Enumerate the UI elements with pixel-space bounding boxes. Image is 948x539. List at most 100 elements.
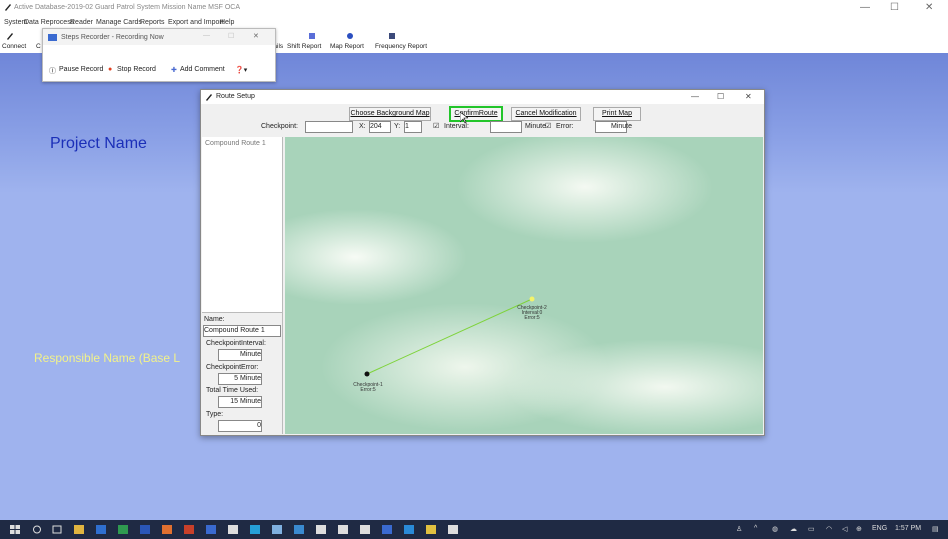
menu-data-reprocess[interactable]: Data Reprocess (24, 19, 74, 26)
add-comment-button[interactable]: Add Comment (180, 66, 225, 73)
powerpoint-icon[interactable] (184, 525, 194, 534)
taskbar: ♙ ^ ◍ ☁ ▭ ◠ ◁ ⊕ ENG 1:57 PM ▤ (0, 520, 948, 539)
recorder-close-icon[interactable]: ✕ (253, 32, 259, 40)
language-indicator[interactable]: ENG (872, 525, 887, 532)
checkpoint-1-error: Error:5 (360, 387, 376, 393)
app-icon-4[interactable] (294, 525, 304, 534)
interval-checkbox[interactable]: ☑ (433, 122, 439, 130)
app-icon-6[interactable] (338, 525, 348, 534)
help-icon[interactable]: ❓▾ (235, 66, 247, 74)
battery-icon[interactable]: ▭ (808, 525, 815, 533)
menu-manage-cards[interactable]: Manage Cards (96, 19, 142, 26)
outlook-icon[interactable] (96, 525, 106, 534)
y-label: Y: (394, 123, 401, 130)
error-minute-label: Minute (611, 123, 633, 130)
shift-report-icon (309, 33, 315, 39)
people-icon[interactable]: ♙ (736, 525, 742, 533)
choose-background-map-button[interactable]: Choose Background Map (349, 107, 431, 121)
menu-help[interactable]: Help (220, 19, 234, 26)
route-setup-titlebar: Route Setup — ☐ ✕ (201, 90, 764, 104)
menu-export-import[interactable]: Export and Import (168, 19, 224, 26)
interval-input[interactable] (490, 121, 522, 133)
minimize-icon[interactable]: — (860, 2, 870, 13)
onedrive-icon[interactable]: ☁ (790, 525, 797, 533)
app-icon-8[interactable] (382, 525, 392, 534)
start-icon[interactable] (10, 525, 20, 534)
route-minimize-icon[interactable]: — (691, 92, 699, 101)
recorder-minimize-icon[interactable]: — (203, 32, 210, 39)
y-input[interactable]: 1 (404, 121, 422, 133)
type-input[interactable]: 0 (218, 420, 262, 432)
word-icon[interactable] (140, 525, 150, 534)
interval-label: Interval: (444, 123, 469, 130)
checkpoint-2-label: Checkpoint-2 Interval:0 Error:5 (507, 306, 557, 321)
volume-icon[interactable]: ◁ (842, 525, 847, 533)
app-title-bar: Active Database-2019-02 Guard Patrol Sys… (0, 0, 948, 17)
toolbar-shift-report[interactable]: Shift Report (287, 43, 321, 50)
excel-icon[interactable] (118, 525, 128, 534)
search-icon[interactable] (32, 525, 42, 534)
pause-icon: Ⓘ (49, 68, 56, 75)
app-title: Active Database-2019-02 Guard Patrol Sys… (14, 4, 241, 11)
name-label: Name: (204, 316, 225, 323)
wifi-icon[interactable]: ◠ (826, 525, 832, 533)
notifications-icon[interactable]: ▤ (932, 525, 939, 533)
project-name-label: Project Name (50, 135, 147, 152)
cancel-modification-button[interactable]: Cancel Modification (511, 107, 581, 121)
close-icon[interactable]: ✕ (925, 2, 933, 13)
menu-reports[interactable]: Reports (140, 19, 165, 26)
network-icon[interactable]: ◍ (772, 525, 778, 533)
checkpoint-2-marker[interactable] (529, 296, 535, 302)
input-icon[interactable]: ⊕ (856, 525, 862, 533)
checkpoint-interval-label: CheckpointInterval: (206, 340, 266, 347)
checkpoint-input[interactable] (305, 121, 353, 133)
app-icon-3[interactable] (272, 525, 282, 534)
comment-icon: ✚ (171, 67, 177, 74)
checkpoint-error-label: CheckpointError: (206, 364, 259, 371)
tray-chevron-icon[interactable]: ^ (754, 525, 757, 532)
toolbar-map-report[interactable]: Map Report (330, 43, 364, 50)
error-checkbox[interactable]: ☑ (545, 122, 551, 130)
skype-icon[interactable] (250, 525, 260, 534)
route-setup-window: Route Setup — ☐ ✕ Choose Background Map … (200, 89, 765, 436)
toolbar-connect[interactable]: Connect (2, 43, 26, 50)
checkpoint-1-marker[interactable] (364, 371, 370, 377)
route-close-icon[interactable]: ✕ (745, 92, 752, 101)
frequency-report-icon (389, 33, 395, 39)
app-icon-1[interactable] (206, 525, 216, 534)
maximize-icon[interactable]: ☐ (890, 2, 899, 13)
guard-patrol-icon[interactable] (448, 525, 458, 534)
app-icon-7[interactable] (360, 525, 370, 534)
route-maximize-icon[interactable]: ☐ (717, 92, 724, 101)
checkpoint-interval-input[interactable]: Minute (218, 349, 262, 361)
name-input[interactable]: Compound Route 1 (203, 325, 281, 337)
checkpoint-2-error: Error:5 (524, 315, 540, 321)
print-map-button[interactable]: Print Map (593, 107, 641, 121)
clock[interactable]: 1:57 PM (895, 525, 921, 532)
confirm-route-button[interactable]: ConfirmRoute (449, 106, 503, 122)
app-icon-5[interactable] (316, 525, 326, 534)
app-icon-9[interactable] (426, 525, 436, 534)
file-explorer-icon[interactable] (74, 525, 84, 534)
route-setup-icon (206, 94, 212, 101)
toolbar-c[interactable]: C (36, 43, 41, 50)
app-icon-2[interactable] (228, 525, 238, 534)
type-label: Type: (206, 411, 224, 418)
task-view-icon[interactable] (52, 525, 62, 534)
stop-record-button[interactable]: Stop Record (117, 66, 156, 73)
edge-icon[interactable] (404, 525, 414, 534)
recorder-maximize-icon[interactable]: ☐ (228, 32, 234, 40)
tree-item-compound-route[interactable]: Compound Route 1 (205, 140, 266, 147)
toolbar-frequency-report[interactable]: Frequency Report (375, 43, 427, 50)
pause-record-button[interactable]: Pause Record (59, 66, 103, 73)
x-input[interactable]: 204 (369, 121, 391, 133)
steps-recorder-titlebar: Steps Recorder - Recording Now — ☐ ✕ (43, 29, 275, 45)
checkpoint-error-input[interactable]: 5 Minute (218, 373, 262, 385)
menu-reader[interactable]: Reader (70, 19, 93, 26)
app-logo-icon (5, 4, 11, 11)
route-map-canvas[interactable]: Checkpoint-1 Error:5 Checkpoint-2 Interv… (285, 137, 763, 434)
firefox-icon[interactable] (162, 525, 172, 534)
route-properties-panel: Name: Compound Route 1 CheckpointInterva… (202, 312, 282, 435)
checkpoint-label: Checkpoint: (261, 123, 298, 130)
total-time-input[interactable]: 15 Minute (218, 396, 262, 408)
